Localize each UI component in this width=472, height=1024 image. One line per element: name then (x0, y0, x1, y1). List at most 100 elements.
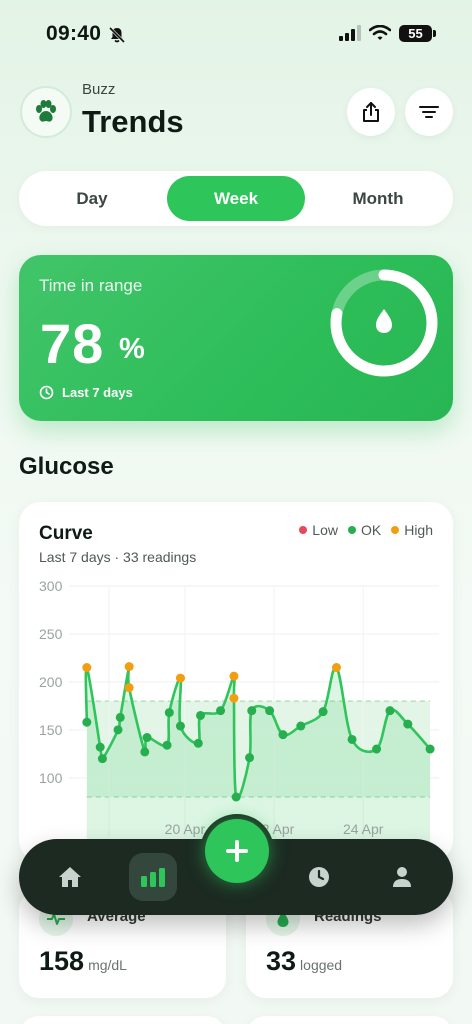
average-unit: mg/dL (88, 957, 127, 973)
page-title: Trends (82, 104, 184, 139)
y-tick-label: 250 (39, 626, 63, 642)
range-option-month[interactable]: Month (309, 176, 447, 221)
glucose-point (229, 693, 239, 703)
glucose-point (95, 742, 105, 752)
glucose-point (162, 740, 172, 750)
glucose-point (124, 683, 134, 693)
glucose-point (82, 663, 92, 673)
readings-value-row: 33 logged (266, 946, 342, 977)
section-title-glucose: Glucose (19, 453, 114, 480)
glucose-point (97, 754, 107, 764)
glucose-point (142, 733, 152, 743)
x-tick-label: 20 Apr (165, 821, 206, 837)
status-time: 09:40 (46, 22, 102, 45)
glucose-point (403, 719, 413, 729)
average-value: 158 (39, 946, 85, 976)
legend-label-high: High (404, 522, 433, 538)
drop-icon (376, 309, 392, 333)
add-reading-button[interactable] (205, 819, 269, 883)
glucose-point (278, 730, 288, 740)
time-in-range-ring (330, 269, 438, 377)
legend-dot-ok (347, 526, 356, 534)
glucose-point (318, 707, 328, 717)
glucose-point (425, 744, 435, 754)
legend-dot-low (299, 526, 308, 534)
x-tick-label: 24 Apr (343, 821, 384, 837)
next-card-left (19, 1016, 226, 1024)
signal-icon (339, 25, 361, 41)
glucose-point (175, 721, 185, 731)
glucose-point (265, 706, 275, 716)
glucose-point (245, 753, 255, 763)
tab-home[interactable] (46, 853, 94, 901)
legend-item-high: High (391, 522, 433, 538)
time-in-range-value: 78 (40, 312, 105, 375)
average-value-row: 158 mg/dL (39, 946, 127, 977)
paw-icon (36, 100, 56, 122)
glucose-point (193, 738, 203, 748)
range-option-day[interactable]: Day (23, 176, 161, 221)
y-tick-label: 200 (39, 674, 63, 690)
chart-legend: Low OK High (299, 522, 433, 538)
glucose-point (82, 717, 92, 727)
range-selector: Day Week Month (19, 171, 453, 226)
glucose-point (372, 744, 382, 754)
glucose-point (296, 721, 306, 731)
time-in-range-period: Last 7 days (39, 385, 133, 400)
glucose-point (385, 706, 395, 716)
glucose-curve-card: 300 250 200 150 100 20 Apr 22 Apr 24 Apr Curve … (19, 502, 453, 862)
readings-unit: logged (300, 957, 343, 973)
add-button-ring (200, 814, 274, 888)
legend-item-ok: OK (347, 522, 382, 538)
glucose-point (115, 712, 125, 722)
glucose-point (140, 747, 150, 757)
avatar[interactable] (20, 86, 72, 138)
glucose-point (331, 663, 341, 673)
clock-icon (39, 385, 54, 400)
glucose-point (216, 706, 226, 716)
curve-title: Curve (39, 523, 93, 544)
battery-indicator: 55 (399, 25, 432, 42)
readings-value: 33 (266, 946, 297, 976)
time-in-range-period-label: Last 7 days (62, 385, 133, 400)
glucose-point (164, 708, 174, 718)
glucose-point (175, 673, 185, 683)
y-tick-label: 100 (39, 770, 63, 786)
time-in-range-card[interactable]: Time in range 78 % Last 7 days (19, 255, 453, 421)
time-in-range-label: Time in range (39, 276, 143, 295)
glucose-point (124, 662, 134, 672)
glucose-point (113, 725, 123, 735)
next-card-right (246, 1016, 453, 1024)
y-tick-label: 150 (39, 722, 63, 738)
glucose-area (85, 665, 431, 842)
bar-chart-icon (141, 868, 165, 887)
tab-trends[interactable] (129, 853, 177, 901)
battery-tip (433, 30, 436, 37)
share-icon (363, 102, 379, 122)
profile-icon (393, 867, 411, 887)
clock-tab-icon (309, 867, 329, 887)
glucose-point (347, 734, 357, 744)
legend-item-low: Low (299, 522, 338, 538)
header: Buzz Trends (0, 70, 472, 150)
plus-icon (226, 840, 248, 862)
legend-label-ok: OK (360, 522, 382, 538)
tab-bar (19, 814, 453, 915)
legend-dot-high (391, 526, 400, 534)
glucose-point (231, 792, 241, 802)
bell-off-icon (108, 26, 126, 44)
glucose-point (229, 671, 239, 681)
glucose-point (247, 706, 257, 716)
glucose-point (196, 710, 206, 720)
share-button[interactable] (347, 88, 395, 136)
time-in-range-unit: % (119, 333, 145, 365)
wifi-icon (369, 25, 391, 40)
y-tick-label: 300 (39, 578, 63, 594)
filter-button[interactable] (405, 88, 453, 136)
curve-subtitle: Last 7 days · 33 readings (39, 549, 197, 565)
legend-label-low: Low (312, 522, 338, 538)
range-option-week[interactable]: Week (167, 176, 305, 221)
tab-profile[interactable] (378, 853, 426, 901)
tab-history[interactable] (295, 853, 343, 901)
filter-icon (419, 106, 439, 118)
